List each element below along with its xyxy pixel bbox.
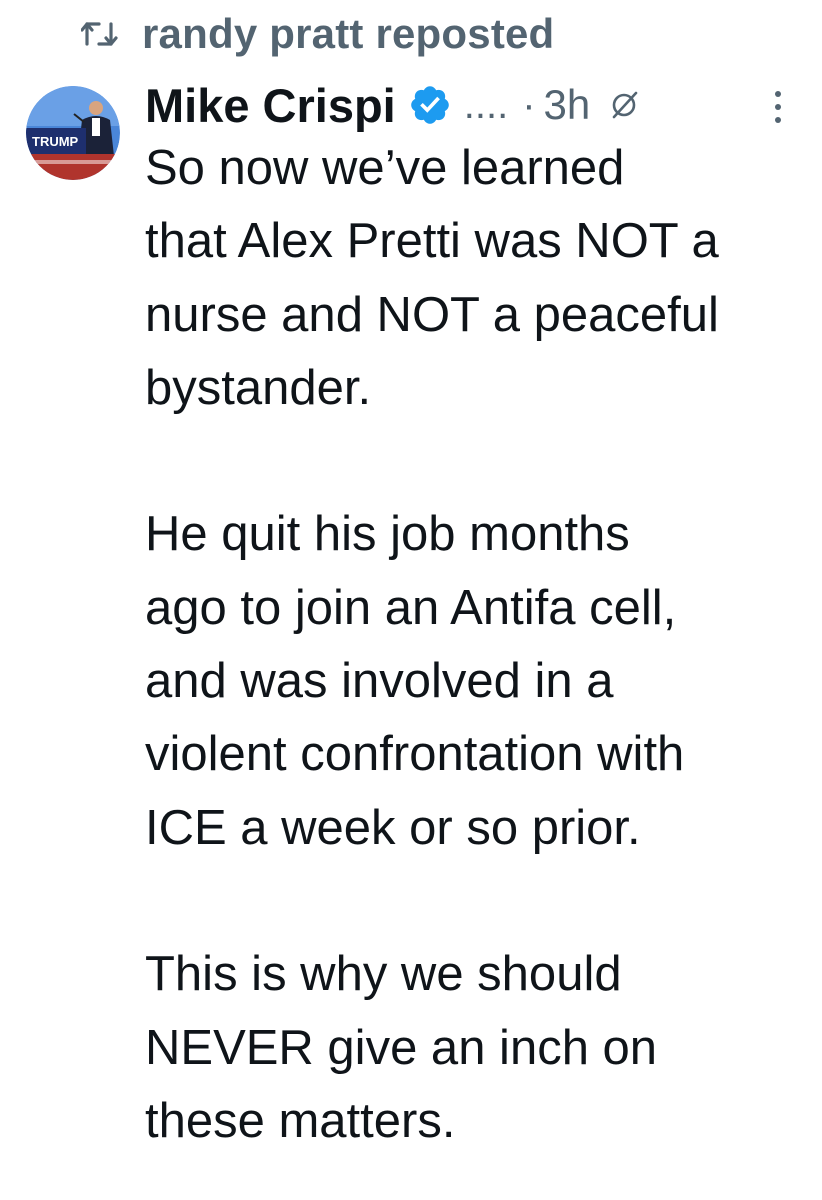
avatar[interactable]: TRUMP	[26, 86, 120, 180]
author-display-name[interactable]: Mike Crispi	[145, 78, 396, 133]
grok-slash-icon[interactable]	[608, 88, 642, 122]
separator-dot: ·	[522, 82, 536, 127]
tweet-line: nurse and NOT a peaceful	[145, 287, 719, 342]
tweet-line: So now we’ve learned	[145, 141, 625, 195]
author-handle[interactable]: ....	[464, 83, 508, 128]
tweet-header: Mike Crispi .... · 3h	[145, 72, 805, 138]
tweet-paragraph: This is why we should NEVER give an inch…	[145, 938, 810, 1158]
tweet-line: NEVER give an inch on	[145, 1020, 658, 1075]
tweet-line: violent confrontation with	[145, 727, 685, 782]
tweet-line: that Alex Pretti was NOT a	[145, 214, 719, 269]
tweet-line: This is why we should	[145, 947, 622, 1002]
tweet-text: So now we’ve learned that Alex Pretti wa…	[145, 132, 810, 1158]
tweet-line: these matters.	[145, 1093, 456, 1148]
more-options-icon[interactable]	[766, 84, 790, 130]
tweet-line: bystander.	[145, 360, 372, 415]
tweet-timestamp[interactable]: 3h	[544, 81, 591, 129]
tweet-line: ICE a week or so prior.	[145, 800, 641, 855]
avatar-sign-text: TRUMP	[32, 134, 79, 149]
repost-icon	[80, 14, 120, 54]
tweet-paragraph: He quit his job months ago to join an An…	[145, 498, 810, 864]
repost-indicator[interactable]: randy pratt reposted	[80, 8, 554, 60]
tweet-line: ago to join an Antifa cell,	[145, 580, 677, 635]
tweet-line: He quit his job months	[145, 507, 630, 562]
repost-label[interactable]: randy pratt reposted	[142, 10, 554, 58]
tweet-paragraph: So now we’ve learned that Alex Pretti wa…	[145, 132, 810, 425]
tweet-line: and was involved in a	[145, 654, 614, 709]
verified-badge-icon	[408, 83, 452, 127]
